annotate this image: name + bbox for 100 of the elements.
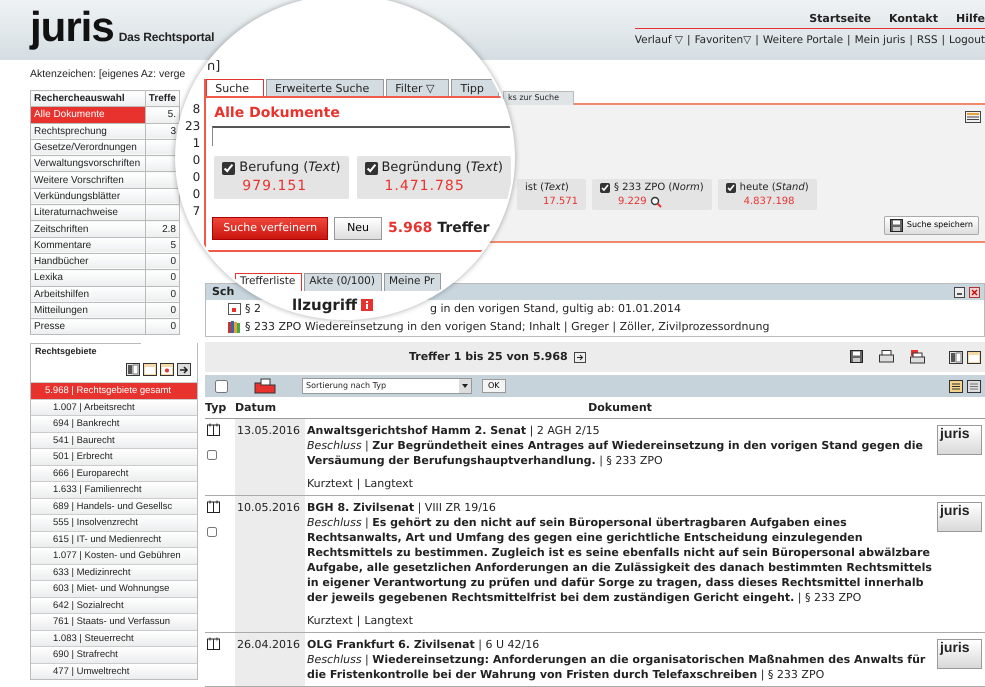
category-item[interactable]: Kommentare: [30, 237, 146, 254]
category-item[interactable]: Weitere Vorschriften: [30, 172, 146, 188]
hit-count: 4.837.198: [744, 195, 795, 208]
category-item[interactable]: Literaturnachweise: [30, 204, 146, 221]
category-item[interactable]: Verwaltungsvorschriften: [30, 156, 146, 172]
checkbox[interactable]: [364, 162, 378, 176]
save-icon[interactable]: [850, 350, 863, 363]
logo[interactable]: juris: [30, 6, 114, 60]
list-item[interactable]: 694 | Bankrecht: [31, 415, 197, 432]
grid-view-icon[interactable]: [967, 380, 981, 392]
list-item[interactable]: 690 | Strafrecht: [31, 646, 197, 663]
checkbox[interactable]: [600, 182, 610, 192]
refine-search-button[interactable]: Suche verfeinern: [212, 217, 328, 240]
list-item[interactable]: 615 | IT- und Medienrecht: [31, 530, 197, 548]
list-item[interactable]: 633 | Medizinrecht: [31, 564, 197, 580]
tab[interactable]: Suche: [206, 79, 264, 96]
list-item[interactable]: 1.633 | Familienrecht: [31, 481, 197, 498]
nav-link[interactable]: Mein juris: [854, 34, 906, 48]
list-item[interactable]: 1.077 | Kosten- und Gebühren: [31, 547, 197, 564]
tab[interactable]: Tipp: [451, 79, 499, 96]
category-item[interactable]: Zeitschriften: [30, 220, 146, 238]
hit-count: 23: [185, 118, 200, 135]
court-line: OLG Frankfurt 6. Zivilsenat | 6 U 42/16: [307, 637, 540, 652]
category-item[interactable]: Verkündungsblätter: [30, 188, 146, 205]
category-item[interactable]: Handbücher: [30, 253, 146, 270]
checkbox[interactable]: [222, 162, 236, 176]
books-icon[interactable]: [228, 321, 241, 333]
print-export-icon[interactable]: [910, 350, 925, 364]
print-icon[interactable]: [879, 350, 894, 363]
ok-button[interactable]: OK: [482, 378, 506, 394]
list-item[interactable]: 689 | Handels- und Gesellsc: [31, 498, 197, 514]
window-icon[interactable]: [160, 363, 174, 376]
criterion-label: § 233 ZPO (Norm): [614, 181, 704, 194]
info-icon[interactable]: [361, 299, 374, 312]
tab[interactable]: Trefferliste: [235, 272, 302, 291]
list-item[interactable]: 555 | Insolvenzrecht: [31, 514, 197, 531]
sort-select[interactable]: Sortierung nach Typ: [302, 378, 472, 394]
link-separator: |: [356, 613, 360, 628]
tab[interactable]: Filter ▽: [386, 79, 450, 96]
court-line: Anwaltsgerichtshof Hamm 2. Senat | 2 AGH 2/15: [307, 423, 601, 438]
nav-link[interactable]: Hilfe: [956, 12, 985, 26]
nav-link[interactable]: Startseite: [809, 12, 872, 26]
tab[interactable]: ks zur Suche: [503, 91, 574, 106]
next-page-icon[interactable]: [574, 352, 586, 362]
document-link[interactable]: Kurztext: [307, 476, 353, 491]
save-icon[interactable]: [890, 219, 903, 232]
category-item[interactable]: Rechtsprechung: [30, 123, 146, 140]
save-search-button[interactable]: Suche speichern: [884, 216, 979, 235]
category-item[interactable]: Lexika: [30, 270, 146, 286]
nav-link[interactable]: Verlauf ▽: [634, 34, 684, 48]
tab[interactable]: Erweiterte Suche: [266, 79, 384, 96]
document-link[interactable]: Langtext: [364, 476, 413, 491]
list-item[interactable]: 541 | Baurecht: [31, 432, 197, 448]
nav-link[interactable]: Favoriten▽: [694, 34, 752, 48]
sort-label: Sortierung nach Typ: [306, 380, 386, 392]
document-link[interactable]: Kurztext: [307, 613, 353, 628]
window-icon[interactable]: [967, 350, 981, 364]
document-type-icon: [207, 423, 220, 436]
nav-link[interactable]: RSS: [916, 34, 938, 48]
minimize-icon[interactable]: [954, 286, 965, 298]
select-all-checkbox[interactable]: [215, 380, 228, 392]
list-item[interactable]: 666 | Europarecht: [31, 464, 197, 482]
tab[interactable]: Meine Pr: [384, 272, 442, 291]
search-field[interactable]: [212, 126, 513, 146]
nav-link[interactable]: Logout: [949, 34, 985, 48]
document-icon[interactable]: [228, 303, 241, 315]
folder-icon[interactable]: [254, 378, 276, 394]
category-item[interactable]: Mitteilungen: [30, 302, 146, 319]
checkbox[interactable]: [207, 527, 217, 537]
commentary-link[interactable]: § 233 ZPO Wiedereinsetzung in den vorigen Stand; Inhalt | Greger | Zöller, Zivilprozessordnung: [245, 320, 770, 334]
new-button[interactable]: Neu: [334, 217, 382, 240]
norm-link[interactable]: § 2: [245, 302, 261, 316]
checkbox[interactable]: [207, 450, 217, 460]
checkbox[interactable]: [726, 182, 736, 192]
category-item[interactable]: Gesetze/Verordnungen: [30, 139, 146, 156]
export-icon[interactable]: [177, 363, 191, 376]
nav-link[interactable]: Weitere Portale: [762, 34, 844, 48]
list-item[interactable]: 1.083 | Steuerrecht: [31, 630, 197, 646]
magnifier-icon[interactable]: [650, 196, 662, 208]
list-view-icon[interactable]: [949, 380, 963, 392]
category-item[interactable]: Arbeitshilfen: [30, 286, 146, 302]
list-item[interactable]: 5.968 | Rechtsgebiete gesamt: [31, 382, 197, 399]
layout-icon[interactable]: [949, 350, 963, 364]
panel-icon[interactable]: [965, 111, 981, 123]
norm-link[interactable]: g in den vorigen Stand, gultig ab: 01.01.2014: [430, 302, 682, 316]
window-icon[interactable]: [143, 363, 157, 376]
list-item[interactable]: 761 | Staats- und Verfassun: [31, 613, 197, 630]
list-item[interactable]: 603 | Miet- und Wohnungse: [31, 580, 197, 597]
list-item[interactable]: 477 | Umweltrecht: [31, 662, 197, 680]
list-item[interactable]: 501 | Erbrecht: [31, 448, 197, 465]
category-item[interactable]: Presse: [30, 318, 146, 335]
layout-icon[interactable]: [126, 363, 140, 376]
category-item[interactable]: Alle Dokumente: [30, 106, 146, 124]
hit-count: 1.471.785: [384, 177, 465, 196]
list-item[interactable]: 642 | Sozialrecht: [31, 596, 197, 614]
close-icon[interactable]: [969, 286, 980, 298]
list-item[interactable]: 1.007 | Arbeitsrecht: [31, 398, 197, 416]
tab[interactable]: Akte (0/100): [304, 272, 382, 291]
document-link[interactable]: Langtext: [364, 613, 413, 628]
nav-link[interactable]: Kontakt: [889, 12, 938, 26]
